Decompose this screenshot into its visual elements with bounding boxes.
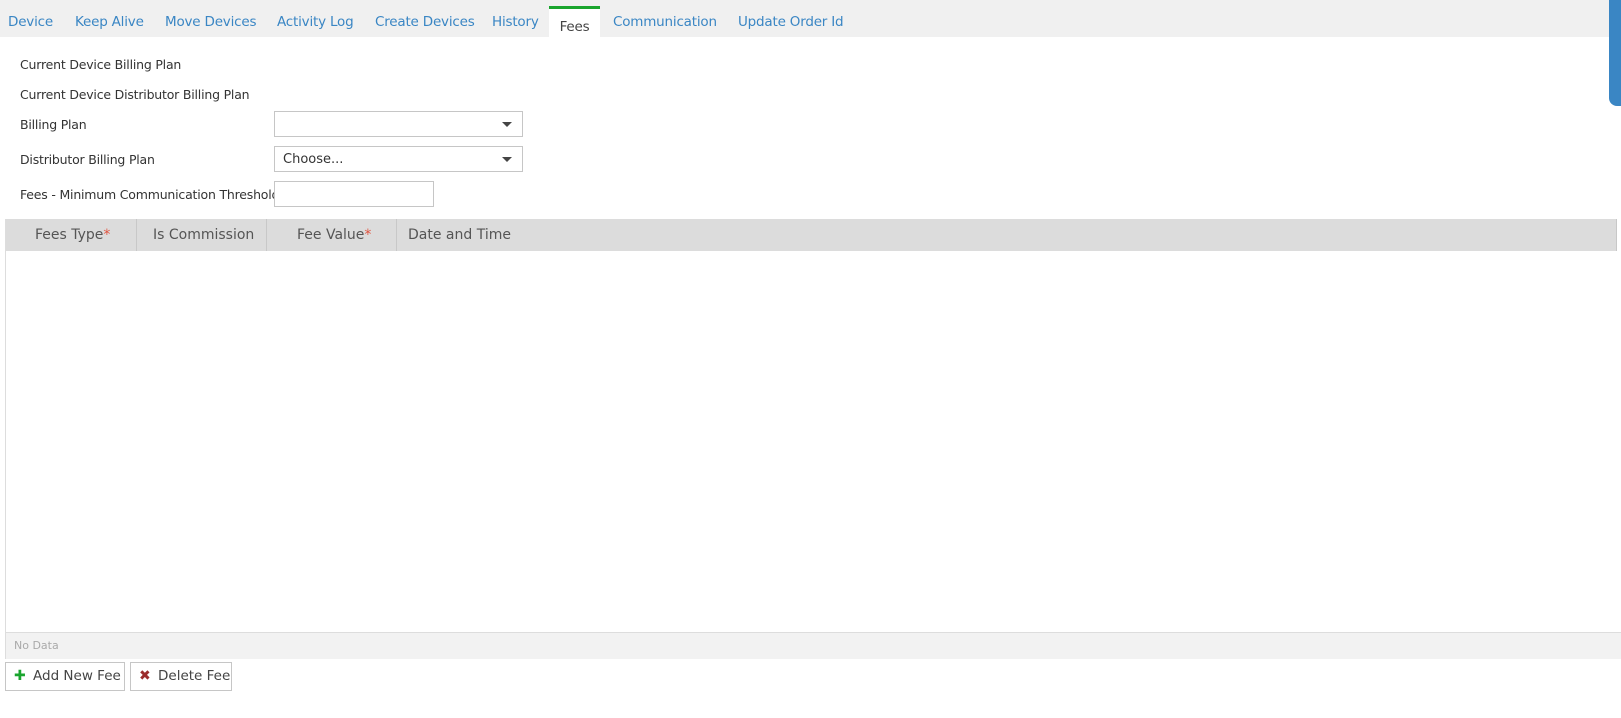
col-is-commission[interactable]: Is Commission [137,219,267,251]
chevron-down-icon [502,157,512,162]
plus-icon: ✚ [14,668,26,684]
add-fee-button[interactable]: ✚ Add New Fee [5,662,125,691]
tab-communication[interactable]: Communication [613,0,717,37]
tab-history[interactable]: History [492,0,539,37]
min-comm-threshold-label: Fees - Minimum Communication Threshold [20,187,280,202]
tab-keep-alive[interactable]: Keep Alive [75,0,144,37]
side-panel-handle[interactable] [1609,0,1621,106]
add-fee-label: Add New Fee [33,668,121,684]
fees-grid: Fees Type* Is Commission Fee Value* Date… [5,219,1621,659]
billing-plan-select[interactable] [274,111,523,137]
grid-body [6,251,1621,632]
col-fees-type-label: Fees Type [35,227,104,243]
billing-plan-label: Billing Plan [20,117,87,132]
required-marker: * [364,227,372,243]
distributor-billing-plan-select[interactable]: Choose... [274,146,523,172]
distributor-billing-plan-label: Distributor Billing Plan [20,152,155,167]
col-fee-value[interactable]: Fee Value* [267,219,397,251]
required-marker: * [103,227,111,243]
current-distributor-billing-plan-label: Current Device Distributor Billing Plan [20,87,250,102]
chevron-down-icon [502,122,512,127]
col-date-time-label: Date and Time [408,227,511,243]
min-comm-threshold-input[interactable] [274,181,434,207]
tab-update-order-id[interactable]: Update Order Id [738,0,844,37]
no-data-text: No Data [14,639,59,652]
grid-header: Fees Type* Is Commission Fee Value* Date… [6,219,1617,251]
distributor-billing-plan-value: Choose... [283,152,344,167]
delete-fee-label: Delete Fee [158,668,231,684]
tab-activity-log[interactable]: Activity Log [277,0,354,37]
close-icon: ✖ [139,668,151,684]
col-is-commission-label: Is Commission [153,227,255,243]
tab-device[interactable]: Device [8,0,53,37]
tab-create-devices[interactable]: Create Devices [375,0,475,37]
col-fee-value-label: Fee Value [297,227,365,243]
current-billing-plan-label: Current Device Billing Plan [20,57,182,72]
delete-fee-button[interactable]: ✖ Delete Fee [130,662,232,691]
tab-bar: Device Keep Alive Move Devices Activity … [0,0,1621,37]
grid-footer: No Data [6,632,1621,659]
col-fees-type[interactable]: Fees Type* [6,219,137,251]
tab-fees[interactable]: Fees [549,6,600,37]
tab-move-devices[interactable]: Move Devices [165,0,256,37]
col-date-time[interactable]: Date and Time [397,219,1617,251]
